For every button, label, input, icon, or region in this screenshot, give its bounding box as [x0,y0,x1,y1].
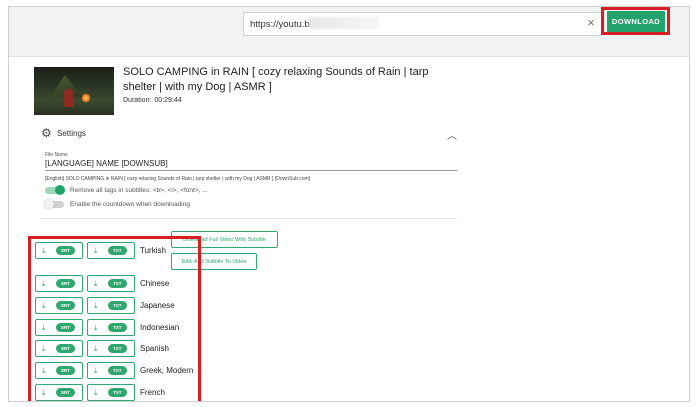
video-duration: Duration: 00:29:44 [123,97,182,104]
chevron-up-icon[interactable]: ︿ [447,127,457,142]
url-redaction [309,17,379,29]
duration-label: Duration: [123,97,152,104]
video-thumbnail [34,67,114,115]
download-highlight-box [601,7,670,35]
remove-tags-label: Remove all tags in subtitles: <b>, <i>, … [70,186,208,194]
video-title: SOLO CAMPING in RAIN [ cozy relaxing Sou… [123,66,429,93]
url-input[interactable]: https://youtu.be/BEF2vPF [243,12,603,36]
settings-header[interactable]: ⚙ Settings ︿ [41,127,457,143]
countdown-row[interactable]: Enable the countdown when downloading [44,198,190,209]
file-name-label: File Name [45,152,68,158]
divider [41,218,457,219]
clear-icon[interactable]: × [584,14,598,32]
remove-tags-row[interactable]: Remove all tags in subtitles: <b>, <i>, … [45,184,208,195]
app-frame: https://youtu.be/BEF2vPF × DOWNLOAD SOLO… [8,6,690,402]
settings-label: Settings [57,129,86,138]
remove-tags-toggle[interactable] [45,184,65,195]
file-name-preview: [English] SOLO CAMPING in RAIN [ cozy re… [45,176,311,182]
countdown-toggle[interactable] [44,198,64,209]
file-name-field[interactable]: [LANGUAGE] NAME [DOWNSUB] [45,159,457,171]
subtitle-list-highlight-box [28,236,201,401]
gear-icon: ⚙ [41,126,52,140]
top-bar: https://youtu.be/BEF2vPF × DOWNLOAD [9,7,689,57]
countdown-label: Enable the countdown when downloading [70,200,190,208]
duration-value: 00:29:44 [154,97,182,104]
